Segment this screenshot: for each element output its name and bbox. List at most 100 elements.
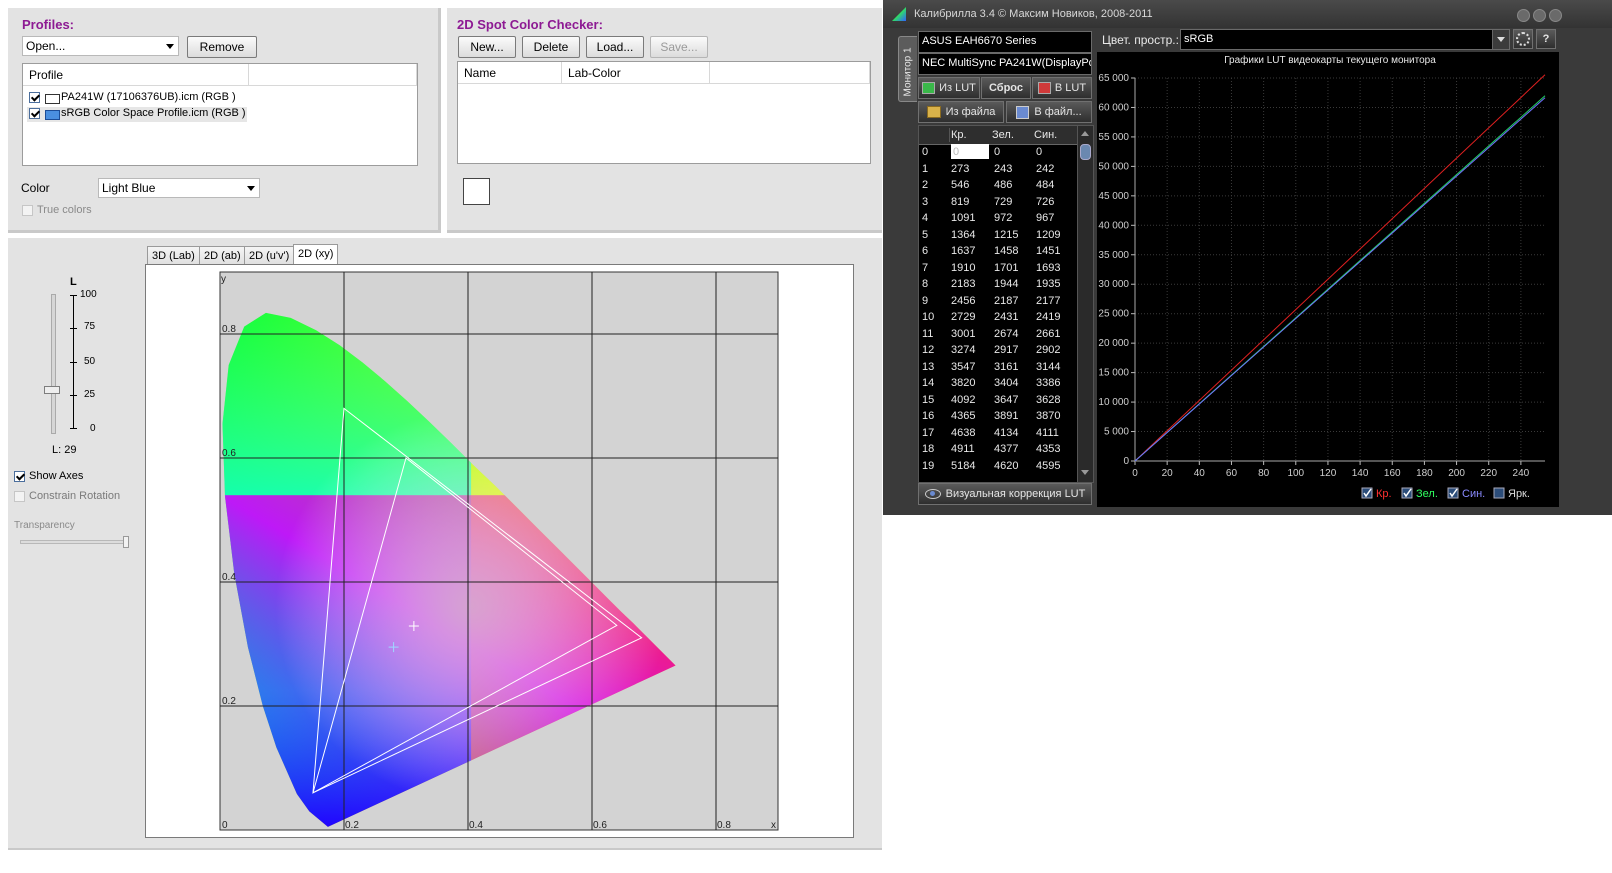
- legend-checkbox[interactable]: [1493, 487, 1505, 499]
- table-row[interactable]: 18 4911 4377 4353: [919, 441, 1077, 457]
- table-cell[interactable]: 242: [1036, 163, 1054, 175]
- table-cell[interactable]: 243: [994, 163, 1012, 175]
- table-row[interactable]: 19 5184 4620 4595: [919, 458, 1077, 474]
- table-cell[interactable]: 3891: [994, 410, 1018, 422]
- table-cell[interactable]: 3547: [951, 361, 975, 373]
- table-cell[interactable]: 18: [922, 443, 934, 455]
- table-cell[interactable]: 2419: [1036, 311, 1060, 323]
- table-row[interactable]: 3 819 729 726: [919, 194, 1077, 210]
- scrollbar-thumb[interactable]: [1080, 144, 1091, 160]
- table-cell[interactable]: 4353: [1036, 443, 1060, 455]
- column-header[interactable]: [919, 128, 950, 142]
- to-file-button[interactable]: В файл...: [1006, 101, 1092, 123]
- table-cell[interactable]: 1944: [994, 278, 1018, 290]
- table-cell[interactable]: 8: [922, 278, 928, 290]
- profile-checkbox[interactable]: [29, 92, 40, 103]
- table-cell[interactable]: 729: [994, 196, 1012, 208]
- table-cell[interactable]: 1458: [994, 245, 1018, 257]
- table-cell[interactable]: 1209: [1036, 229, 1060, 241]
- column-header[interactable]: Син.: [1034, 129, 1057, 141]
- table-cell[interactable]: 4092: [951, 394, 975, 406]
- transparency-slider-track[interactable]: [20, 540, 128, 544]
- table-cell[interactable]: 2674: [994, 328, 1018, 340]
- table-cell[interactable]: 1451: [1036, 245, 1060, 257]
- table-cell[interactable]: 4365: [951, 410, 975, 422]
- from-file-button[interactable]: Из файла: [918, 101, 1004, 123]
- colorspace-dropdown[interactable]: sRGB: [1180, 29, 1510, 50]
- table-cell[interactable]: 6: [922, 245, 928, 257]
- table-cell[interactable]: 9: [922, 295, 928, 307]
- true-colors-checkbox[interactable]: [22, 205, 33, 216]
- table-row[interactable]: 11 3001 2674 2661: [919, 326, 1077, 342]
- table-cell[interactable]: 546: [951, 179, 969, 191]
- settings-gear-button[interactable]: [1513, 29, 1533, 49]
- table-cell[interactable]: 2183: [951, 278, 975, 290]
- close-button[interactable]: [1549, 9, 1562, 22]
- table-cell[interactable]: 3404: [994, 377, 1018, 389]
- table-cell[interactable]: 11: [922, 328, 933, 340]
- chromaticity-diagram[interactable]: y 0.8 0.6 0.4 0.2 0 0.2 0.4 0.6 0.8 x: [145, 264, 854, 838]
- tab-3d-lab[interactable]: 3D (Lab): [147, 246, 200, 266]
- table-cell[interactable]: 4377: [994, 443, 1018, 455]
- load-button[interactable]: Load...: [586, 36, 644, 58]
- column-header[interactable]: Зел.: [992, 129, 1014, 141]
- table-cell[interactable]: 3870: [1036, 410, 1060, 422]
- table-cell[interactable]: 1910: [951, 262, 975, 274]
- table-cell[interactable]: 4638: [951, 427, 975, 439]
- table-cell[interactable]: 486: [994, 179, 1012, 191]
- table-cell[interactable]: 3820: [951, 377, 975, 389]
- table-cell[interactable]: 5184: [951, 460, 975, 472]
- delete-button[interactable]: Delete: [522, 36, 580, 58]
- monitor-field[interactable]: NEC MultiSync PA241W(DisplayPort): [918, 53, 1092, 75]
- reset-button[interactable]: Сброс: [981, 77, 1031, 99]
- table-cell[interactable]: 4911: [951, 443, 975, 455]
- table-cell[interactable]: 967: [1036, 212, 1054, 224]
- table-row[interactable]: 9 2456 2187 2177: [919, 293, 1077, 309]
- table-cell[interactable]: 273: [951, 163, 969, 175]
- color-dropdown[interactable]: Light Blue: [98, 178, 260, 198]
- table-cell[interactable]: 972: [994, 212, 1012, 224]
- table-cell[interactable]: 4: [922, 212, 928, 224]
- to-lut-button[interactable]: В LUT: [1032, 77, 1092, 99]
- maximize-button[interactable]: [1533, 9, 1546, 22]
- table-cell[interactable]: 5: [922, 229, 928, 241]
- profile-checkbox[interactable]: [29, 108, 40, 119]
- table-row[interactable]: 5 1364 1215 1209: [919, 227, 1077, 243]
- table-cell[interactable]: 2729: [951, 311, 975, 323]
- table-cell[interactable]: 2431: [994, 311, 1018, 323]
- table-cell[interactable]: 1364: [951, 229, 975, 241]
- table-cell[interactable]: 1091: [951, 212, 975, 224]
- table-cell[interactable]: 3001: [951, 328, 975, 340]
- tab-2d-uv[interactable]: 2D (u'v'): [244, 246, 295, 266]
- table-cell[interactable]: 10: [922, 311, 934, 323]
- table-row[interactable]: 7 1910 1701 1693: [919, 260, 1077, 276]
- column-header[interactable]: Кр.: [951, 129, 967, 141]
- table-row[interactable]: 16 4365 3891 3870: [919, 408, 1077, 424]
- tab-2d-xy[interactable]: 2D (xy): [293, 244, 339, 266]
- table-row[interactable]: 1 273 243 242: [919, 161, 1077, 177]
- show-axes-checkbox[interactable]: [14, 471, 25, 482]
- table-cell[interactable]: 19: [922, 460, 934, 472]
- minimize-button[interactable]: [1517, 9, 1530, 22]
- table-cell[interactable]: 0: [951, 144, 989, 159]
- table-cell[interactable]: 13: [922, 361, 934, 373]
- open-profile-dropdown[interactable]: Open...: [22, 36, 179, 56]
- table-cell[interactable]: 3144: [1036, 361, 1060, 373]
- table-cell[interactable]: 1637: [951, 245, 975, 257]
- scroll-up-arrow-icon[interactable]: [1081, 131, 1089, 136]
- lab-color-column-header[interactable]: Lab-Color: [562, 62, 710, 84]
- table-cell[interactable]: 16: [922, 410, 934, 422]
- table-cell[interactable]: 0: [922, 146, 928, 158]
- table-cell[interactable]: 12: [922, 344, 934, 356]
- table-cell[interactable]: 0: [994, 146, 1000, 158]
- profile-column-header[interactable]: Profile: [23, 64, 249, 86]
- spot-color-swatch[interactable]: [463, 178, 490, 205]
- table-cell[interactable]: 1935: [1036, 278, 1060, 290]
- remove-button[interactable]: Remove: [187, 36, 257, 58]
- table-cell[interactable]: 4620: [994, 460, 1018, 472]
- table-row[interactable]: 2 546 486 484: [919, 177, 1077, 193]
- table-row[interactable]: 12 3274 2917 2902: [919, 342, 1077, 358]
- save-button[interactable]: Save...: [650, 36, 708, 58]
- table-row[interactable]: 14 3820 3404 3386: [919, 375, 1077, 391]
- vertical-tab-monitor-1[interactable]: Монитор 1: [898, 36, 917, 102]
